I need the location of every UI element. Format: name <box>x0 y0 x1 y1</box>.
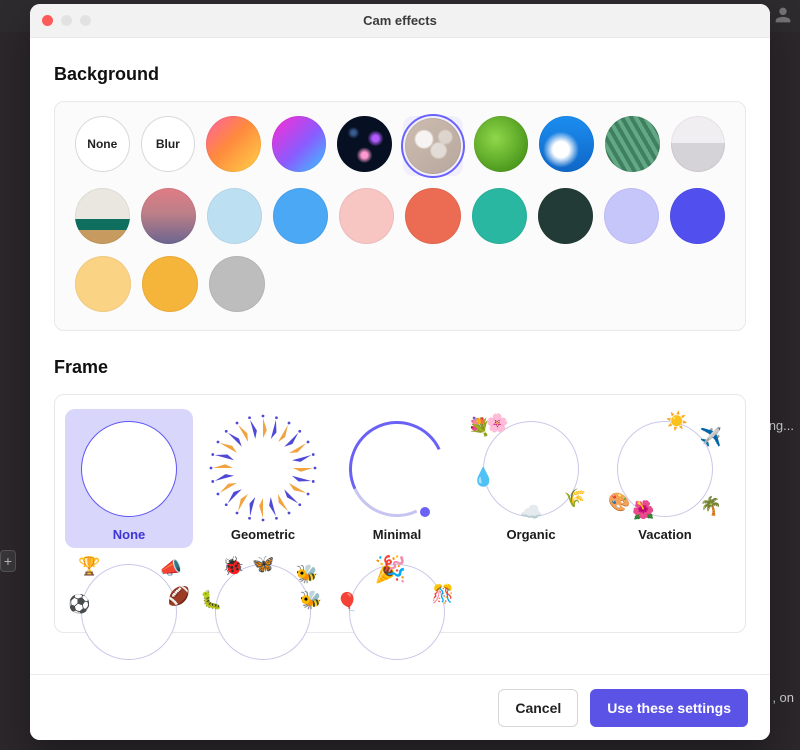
cancel-button[interactable]: Cancel <box>498 689 578 727</box>
bg-living-room[interactable] <box>75 188 130 244</box>
bg-solid-water[interactable] <box>207 188 262 244</box>
parent-app-add-button[interactable]: + <box>0 550 16 572</box>
use-these-settings-button[interactable]: Use these settings <box>590 689 748 727</box>
bg-solid-spruce[interactable] <box>538 188 593 244</box>
window-titlebar: Cam effects <box>30 4 770 38</box>
bg-solid-lavender[interactable] <box>604 188 659 244</box>
frame-row-2: 🏆 📣 🏈 ⚽ 🐞 🦋 🐝 🐛 🐝 <box>65 552 735 632</box>
background-row-2 <box>75 188 725 244</box>
frame-minimal[interactable]: Minimal <box>333 409 461 548</box>
person-icon <box>772 4 794 26</box>
bg-plants[interactable] <box>605 116 660 172</box>
frame-party[interactable]: 🎉 🎊 🎈 <box>333 552 461 632</box>
bg-dusk-clouds[interactable] <box>141 188 196 244</box>
background-heading: Background <box>54 64 746 85</box>
frame-organic[interactable]: 🌸 💐 🌾 ☁️ 💧 Organic <box>467 409 595 548</box>
frame-row-1: None Geometric <box>65 409 735 548</box>
background-row-3 <box>75 256 725 312</box>
bg-solid-amber[interactable] <box>75 256 131 312</box>
background-overflow-text-2: , on <box>772 690 794 705</box>
bg-bokeh-light[interactable] <box>405 118 461 174</box>
frame-panel: None Geometric <box>54 394 746 633</box>
bg-gradient-candy[interactable] <box>272 116 327 172</box>
bg-solid-coral[interactable] <box>405 188 460 244</box>
bg-solid-teal[interactable] <box>472 188 527 244</box>
bg-office[interactable] <box>671 116 726 172</box>
bg-green-leaf[interactable] <box>474 116 529 172</box>
cam-effects-window: Cam effects Background None Blur <box>30 4 770 740</box>
bg-solid-indigo[interactable] <box>670 188 725 244</box>
frame-heading: Frame <box>54 357 746 378</box>
frame-organic-label: Organic <box>471 527 591 542</box>
bg-bokeh-dark[interactable] <box>337 116 392 172</box>
background-panel: None Blur <box>54 101 746 331</box>
window-footer: Cancel Use these settings <box>30 674 770 740</box>
bg-solid-sky[interactable] <box>273 188 328 244</box>
bg-gradient-sunset[interactable] <box>206 116 261 172</box>
geometric-icon <box>204 413 322 523</box>
frame-geometric[interactable]: Geometric <box>199 409 327 548</box>
bg-none[interactable]: None <box>75 116 130 172</box>
background-overflow-text-1: ng... <box>769 418 794 433</box>
bg-selected-wrap <box>403 116 463 176</box>
frame-geometric-label: Geometric <box>203 527 323 542</box>
frame-vacation[interactable]: ☀️ ✈️ 🌴 🌺 🎨 Vacation <box>601 409 729 548</box>
frame-none[interactable]: None <box>65 409 193 548</box>
frame-none-label: None <box>69 527 189 542</box>
bg-solid-orange[interactable] <box>142 256 198 312</box>
bg-solid-grey[interactable] <box>209 256 265 312</box>
window-body: Background None Blur <box>30 38 770 674</box>
frame-sports[interactable]: 🏆 📣 🏈 ⚽ <box>65 552 193 632</box>
background-row-1: None Blur <box>75 116 725 176</box>
window-title: Cam effects <box>30 13 770 28</box>
frame-vacation-label: Vacation <box>605 527 725 542</box>
bg-blur[interactable]: Blur <box>141 116 196 172</box>
bg-solid-rose[interactable] <box>339 188 394 244</box>
bg-blue-sky[interactable] <box>539 116 594 172</box>
frame-minimal-label: Minimal <box>337 527 457 542</box>
frame-bugs[interactable]: 🐞 🦋 🐝 🐛 🐝 <box>199 552 327 632</box>
